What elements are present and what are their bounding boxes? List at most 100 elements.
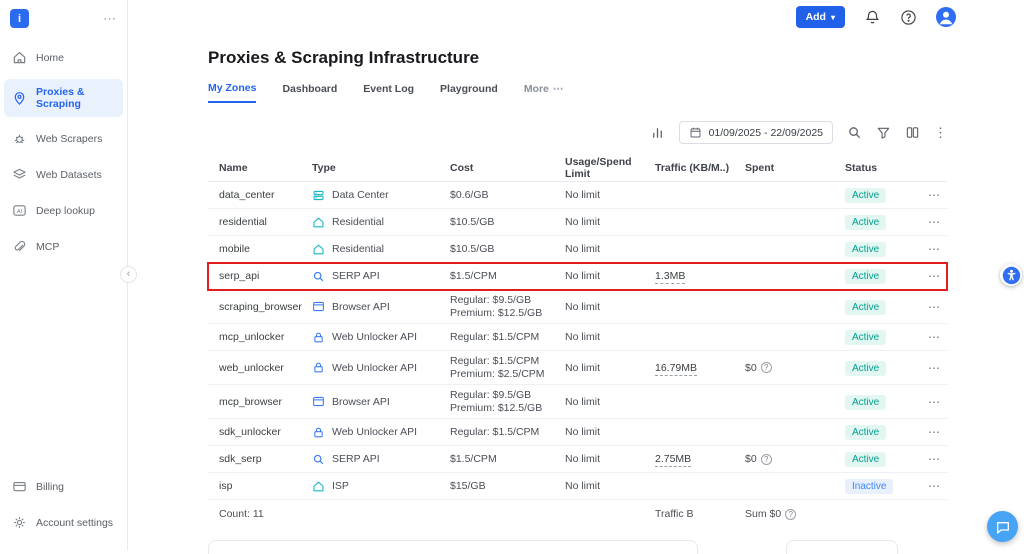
zone-name: web_unlocker xyxy=(219,362,312,374)
zone-name: data_center xyxy=(219,189,312,201)
row-menu-icon[interactable]: ⋯ xyxy=(928,242,940,256)
table-row[interactable]: sdk_serp SERP API $1.5/CPM No limit 2.75… xyxy=(208,446,947,473)
col-limit[interactable]: Usage/Spend Limit xyxy=(565,156,655,180)
col-cost[interactable]: Cost xyxy=(450,162,565,174)
zone-limit: No limit xyxy=(565,270,655,282)
layers-icon xyxy=(12,167,27,182)
zone-limit: No limit xyxy=(565,426,655,438)
calendar-icon xyxy=(689,126,702,139)
house-icon xyxy=(312,480,325,493)
col-spent[interactable]: Spent xyxy=(745,162,845,174)
sidebar-item-account-settings[interactable]: Account settings xyxy=(4,508,123,537)
zone-type: Web Unlocker API xyxy=(332,331,417,343)
table-row[interactable]: scraping_browser Browser API Regular: $9… xyxy=(208,290,947,324)
status-badge: Inactive xyxy=(845,479,893,494)
serp-icon xyxy=(312,453,325,466)
brand-logo[interactable]: i xyxy=(10,9,29,28)
sidebar-item-mcp[interactable]: MCP xyxy=(4,232,123,261)
accessibility-icon xyxy=(1002,266,1021,285)
table-row[interactable]: web_unlocker Web Unlocker API Regular: $… xyxy=(208,351,947,385)
row-menu-icon[interactable]: ⋯ xyxy=(928,300,940,314)
table-row[interactable]: isp ISP $15/GB No limit Inactive ⋯ xyxy=(208,473,947,500)
zone-traffic[interactable]: 1.3MB xyxy=(655,270,685,284)
crawler-icon xyxy=(12,131,27,146)
sidebar-item-billing[interactable]: Billing xyxy=(4,472,123,501)
table-row[interactable]: serp_api SERP API $1.5/CPM No limit 1.3M… xyxy=(208,263,947,290)
sidebar-item-proxies-scraping[interactable]: Proxies & Scraping xyxy=(4,79,123,117)
zone-cost: $1.5/CPM xyxy=(450,453,565,466)
row-menu-icon[interactable]: ⋯ xyxy=(928,452,940,466)
zone-name: isp xyxy=(219,480,312,492)
tab-my-zones[interactable]: My Zones xyxy=(208,82,256,103)
sidebar-item-home[interactable]: Home xyxy=(4,43,123,72)
zone-type: SERP API xyxy=(332,270,380,282)
tab-more[interactable]: More⋯ xyxy=(524,82,564,103)
add-button[interactable]: Add ▾ xyxy=(796,6,845,28)
sidebar-item-web-scrapers[interactable]: Web Scrapers xyxy=(4,124,123,153)
columns-icon[interactable] xyxy=(905,125,920,140)
help-icon[interactable]: ? xyxy=(761,362,772,373)
sidebar-item-label: Web Datasets xyxy=(36,169,102,181)
table-row[interactable]: residential Residential $10.5/GB No limi… xyxy=(208,209,947,236)
zone-name: serp_api xyxy=(219,270,312,282)
zone-limit: No limit xyxy=(565,216,655,228)
row-menu-icon[interactable]: ⋯ xyxy=(928,479,940,493)
zone-cost: $1.5/CPM xyxy=(450,270,565,283)
tab-dashboard[interactable]: Dashboard xyxy=(282,82,337,103)
zone-type: Browser API xyxy=(332,396,390,408)
gear-icon xyxy=(12,515,27,530)
accessibility-widget-button[interactable] xyxy=(1000,264,1022,286)
row-menu-icon[interactable]: ⋯ xyxy=(928,330,940,344)
zone-traffic[interactable]: 2.75MB xyxy=(655,453,691,467)
toolbar-menu-icon[interactable]: ⋮ xyxy=(934,125,947,141)
zone-limit: No limit xyxy=(565,480,655,492)
zone-cost: Regular: $9.5/GBPremium: $12.5/GB xyxy=(450,294,565,320)
zone-type: Residential xyxy=(332,216,384,228)
row-menu-icon[interactable]: ⋯ xyxy=(928,361,940,375)
sidebar-item-label: MCP xyxy=(36,241,59,253)
tab-event-log[interactable]: Event Log xyxy=(363,82,414,103)
tabs-bar: My Zones Dashboard Event Log Playground … xyxy=(208,82,947,103)
zone-name: residential xyxy=(219,216,312,228)
search-icon[interactable] xyxy=(847,125,862,140)
help-circle-icon[interactable] xyxy=(900,9,917,26)
chat-widget-button[interactable] xyxy=(987,511,1018,542)
home-icon xyxy=(12,50,27,65)
caret-down-icon: ▾ xyxy=(831,13,835,22)
bottom-card-right xyxy=(786,540,898,554)
tab-playground[interactable]: Playground xyxy=(440,82,498,103)
help-icon[interactable]: ? xyxy=(785,509,796,520)
col-status[interactable]: Status xyxy=(845,162,928,174)
table-row[interactable]: mcp_unlocker Web Unlocker API Regular: $… xyxy=(208,324,947,351)
row-menu-icon[interactable]: ⋯ xyxy=(928,395,940,409)
col-name[interactable]: Name xyxy=(219,162,312,174)
row-menu-icon[interactable]: ⋯ xyxy=(928,269,940,283)
table-row[interactable]: data_center Data Center $0.6/GB No limit… xyxy=(208,182,947,209)
topbar: Add ▾ xyxy=(796,0,1024,34)
zone-name: mcp_browser xyxy=(219,396,312,408)
row-menu-icon[interactable]: ⋯ xyxy=(928,215,940,229)
table-row[interactable]: sdk_unlocker Web Unlocker API Regular: $… xyxy=(208,419,947,446)
zone-type: Web Unlocker API xyxy=(332,426,417,438)
chart-icon[interactable] xyxy=(650,125,665,140)
filter-icon[interactable] xyxy=(876,125,891,140)
sidebar-collapse-button[interactable]: ‹ xyxy=(120,266,137,283)
sidebar-item-web-datasets[interactable]: Web Datasets xyxy=(4,160,123,189)
zone-cost: $0.6/GB xyxy=(450,189,565,202)
zone-traffic[interactable]: 16.79MB xyxy=(655,362,697,376)
table-row[interactable]: mobile Residential $10.5/GB No limit Act… xyxy=(208,236,947,263)
row-menu-icon[interactable]: ⋯ xyxy=(928,425,940,439)
credit-card-icon xyxy=(12,479,27,494)
sidebar-menu-icon[interactable]: ⋯ xyxy=(103,11,117,27)
date-range-picker[interactable]: 01/09/2025 - 22/09/2025 xyxy=(679,121,833,144)
sidebar-item-deep-lookup[interactable]: AI Deep lookup xyxy=(4,196,123,225)
row-menu-icon[interactable]: ⋯ xyxy=(928,188,940,202)
status-badge: Active xyxy=(845,330,886,345)
lock-icon xyxy=(312,426,325,439)
col-traffic[interactable]: Traffic (KB/M..) xyxy=(655,162,745,174)
notifications-bell-icon[interactable] xyxy=(864,9,881,26)
col-type[interactable]: Type xyxy=(312,162,450,174)
user-avatar[interactable] xyxy=(936,7,956,27)
help-icon[interactable]: ? xyxy=(761,454,772,465)
table-row[interactable]: mcp_browser Browser API Regular: $9.5/GB… xyxy=(208,385,947,419)
